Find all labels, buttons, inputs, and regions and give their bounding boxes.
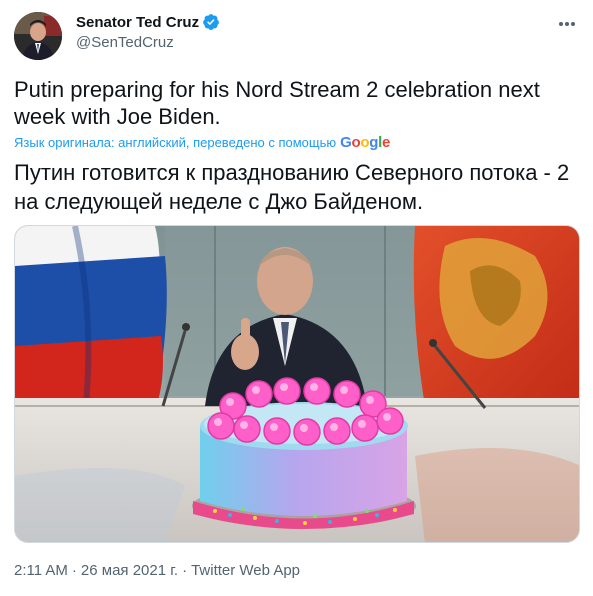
tweet-source-link[interactable]: Twitter Web App [191,562,300,579]
author-name-row[interactable]: Senator Ted Cruz [76,13,220,31]
translated-text: Путин готовится к празднованию Северного… [14,160,570,214]
tweet-meta: 2:11 AM · 26 мая 2021 г. · Twitter Web A… [14,562,300,579]
display-name[interactable]: Senator Ted Cruz [76,14,199,31]
meta-separator: · [71,562,77,579]
tweet-text: Putin preparing for his Nord Stream 2 ce… [14,77,540,129]
author-handle[interactable]: @SenTedCruz [76,34,174,51]
more-options-button[interactable] [555,14,579,34]
tweet-image[interactable] [14,225,580,543]
translation-note[interactable]: Язык оригинала: английский, переведено с… [14,134,390,151]
translation-note-text[interactable]: Язык оригинала: английский, переведено с… [14,135,336,150]
meta-separator-2: · [182,562,188,579]
profile-photo [14,12,62,60]
verified-badge-icon [203,14,219,30]
putin-cake-photo [15,226,579,542]
tweet-card: Senator Ted Cruz @SenTedCruz Putin prepa… [0,0,593,596]
more-dots-icon [559,22,563,26]
tweet-time-link[interactable]: 2:11 AM [14,562,68,579]
google-logo-icon: Google [340,134,391,151]
tweet-date-link[interactable]: 26 мая 2021 г. [81,562,178,579]
avatar[interactable] [14,12,62,60]
